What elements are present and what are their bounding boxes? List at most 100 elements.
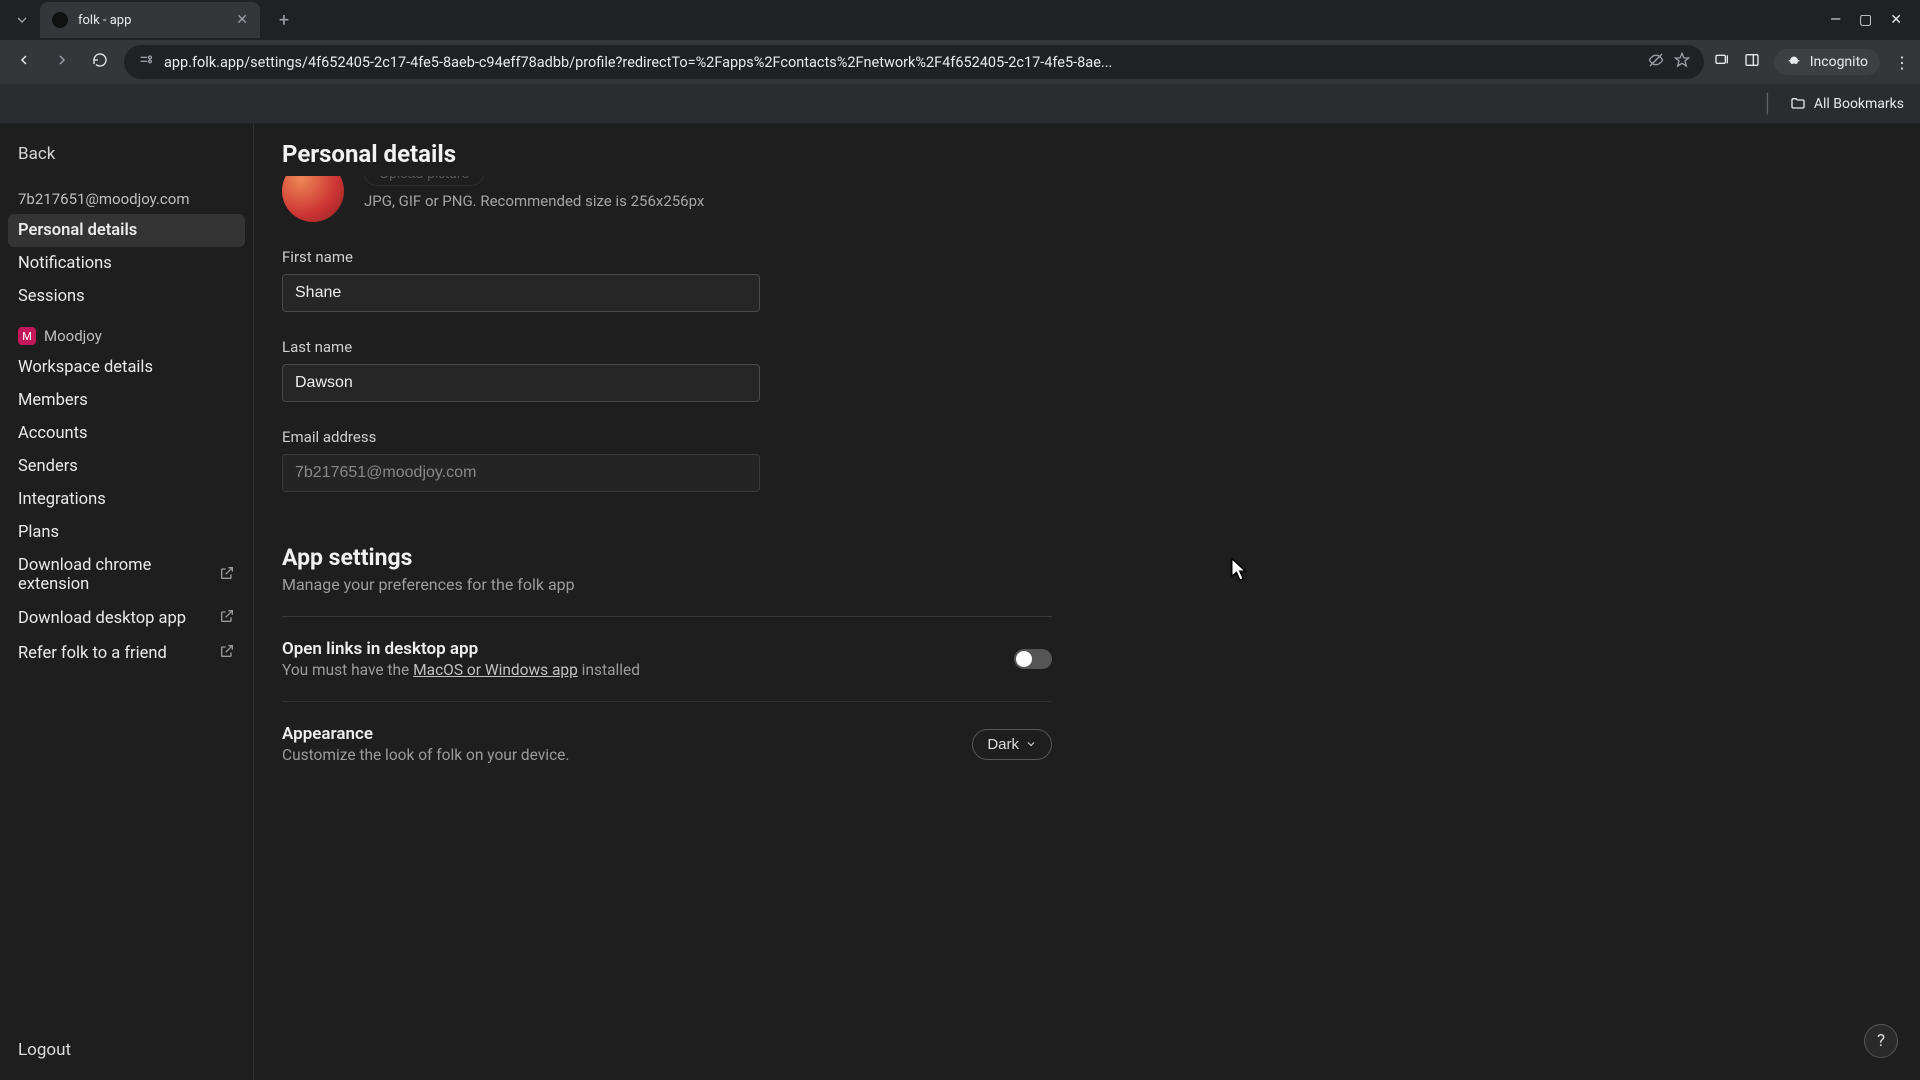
sidebar-item-label: Download desktop app: [18, 609, 186, 628]
help-icon: ?: [1877, 1031, 1885, 1051]
tab-favicon: [52, 12, 68, 28]
settings-sidebar: Back 7b217651@moodjoy.com Personal detai…: [0, 124, 254, 1080]
avatar-row: Upload picture JPG, GIF or PNG. Recommen…: [282, 180, 1892, 222]
nav-forward-button[interactable]: [48, 52, 76, 73]
upload-hint: JPG, GIF or PNG. Recommended size is 256…: [364, 192, 704, 210]
page-title: Personal details: [282, 140, 1892, 168]
sidebar-item-label: Senders: [18, 457, 78, 476]
first-name-group: First name: [282, 248, 760, 312]
logout-button[interactable]: Logout: [8, 1030, 245, 1070]
first-name-input[interactable]: [282, 274, 760, 312]
sidebar-item-label: Members: [18, 391, 88, 410]
nav-reload-button[interactable]: [86, 52, 114, 73]
scroll-area[interactable]: Upload picture JPG, GIF or PNG. Recommen…: [254, 176, 1920, 1080]
sidebar-item-label: Download chrome extension: [18, 556, 211, 594]
email-input: [282, 454, 760, 492]
new-tab-button[interactable]: +: [270, 10, 298, 31]
app-settings-title: App settings: [282, 544, 1052, 571]
upload-picture-button[interactable]: Upload picture: [364, 176, 484, 186]
tab-close-button[interactable]: ✕: [236, 12, 248, 28]
sidebar-item-label: Personal details: [18, 221, 137, 240]
open-links-toggle[interactable]: [1014, 649, 1052, 669]
workspace-name: Moodjoy: [44, 327, 102, 345]
sidebar-workspace-header: M Moodjoy: [8, 313, 245, 351]
site-info-icon[interactable]: [138, 52, 154, 72]
url-text: app.folk.app/settings/4f652405-2c17-4fe5…: [164, 54, 1638, 71]
sidebar-item-plans[interactable]: Plans: [8, 516, 245, 549]
sidebar-item-download-chrome-extension[interactable]: Download chrome extension: [8, 549, 245, 601]
sidebar-item-integrations[interactable]: Integrations: [8, 483, 245, 516]
window-maximize-button[interactable]: ▢: [1859, 12, 1872, 28]
open-links-desc: You must have the MacOS or Windows app i…: [282, 661, 640, 679]
address-bar[interactable]: app.folk.app/settings/4f652405-2c17-4fe5…: [124, 45, 1704, 79]
appearance-title: Appearance: [282, 724, 569, 744]
main-content: Personal details Upload picture JPG, GIF…: [254, 124, 1920, 1080]
appearance-value: Dark: [987, 736, 1019, 753]
last-name-input[interactable]: [282, 364, 760, 402]
sidebar-item-label: Notifications: [18, 254, 112, 273]
sidebar-item-personal-details[interactable]: Personal details: [8, 214, 245, 247]
eye-off-icon[interactable]: [1648, 52, 1664, 72]
tabs-dropdown-button[interactable]: [8, 6, 36, 34]
external-link-icon: [219, 643, 235, 664]
app-root: Back 7b217651@moodjoy.com Personal detai…: [0, 124, 1920, 1080]
help-button[interactable]: ?: [1864, 1024, 1898, 1058]
nav-back-button[interactable]: [10, 52, 38, 73]
appearance-desc: Customize the look of folk on your devic…: [282, 746, 569, 764]
page-header: Personal details: [254, 124, 1920, 176]
sidebar-item-label: Plans: [18, 523, 59, 542]
all-bookmarks-label: All Bookmarks: [1814, 96, 1904, 112]
first-name-label: First name: [282, 248, 760, 266]
profile-avatar[interactable]: [282, 176, 344, 222]
all-bookmarks-button[interactable]: All Bookmarks: [1790, 96, 1904, 112]
toolbar-right: Incognito ⋮: [1714, 49, 1910, 75]
email-group: Email address: [282, 428, 760, 492]
media-control-icon[interactable]: [1714, 52, 1730, 72]
sidebar-item-download-desktop-app[interactable]: Download desktop app: [8, 601, 245, 636]
external-link-icon: [219, 565, 235, 586]
sidebar-account-email: 7b217651@moodjoy.com: [8, 182, 245, 214]
sidebar-item-accounts[interactable]: Accounts: [8, 417, 245, 450]
window-minimize-button[interactable]: ―: [1830, 12, 1841, 28]
sidebar-item-senders[interactable]: Senders: [8, 450, 245, 483]
sidebar-item-notifications[interactable]: Notifications: [8, 247, 245, 280]
sidebar-item-label: Sessions: [18, 287, 85, 306]
browser-tab[interactable]: folk - app ✕: [40, 2, 260, 38]
email-label: Email address: [282, 428, 760, 446]
incognito-label: Incognito: [1810, 54, 1868, 70]
app-settings-subtitle: Manage your preferences for the folk app: [282, 575, 1052, 594]
last-name-group: Last name: [282, 338, 760, 402]
sidebar-item-label: Integrations: [18, 490, 106, 509]
sidebar-item-workspace-details[interactable]: Workspace details: [8, 351, 245, 384]
external-link-icon: [219, 608, 235, 629]
app-settings-section: App settings Manage your preferences for…: [282, 544, 1052, 786]
browser-menu-button[interactable]: ⋮: [1894, 53, 1910, 72]
bookmarks-divider: │: [1763, 93, 1774, 114]
back-link[interactable]: Back: [8, 138, 245, 182]
sidebar-item-label: Accounts: [18, 424, 88, 443]
side-panel-icon[interactable]: [1744, 52, 1760, 72]
sidebar-item-refer-friend[interactable]: Refer folk to a friend: [8, 636, 245, 671]
desktop-app-link[interactable]: MacOS or Windows app: [413, 661, 578, 679]
tab-strip: folk - app ✕ + ― ▢ ✕: [0, 0, 1920, 40]
toggle-knob: [1016, 651, 1032, 667]
chevron-down-icon: [1025, 738, 1037, 750]
sidebar-item-label: Refer folk to a friend: [18, 644, 167, 663]
tab-title: folk - app: [78, 13, 226, 28]
sidebar-item-label: Workspace details: [18, 358, 153, 377]
bookmark-star-icon[interactable]: [1674, 52, 1690, 72]
sidebar-item-members[interactable]: Members: [8, 384, 245, 417]
open-links-title: Open links in desktop app: [282, 639, 640, 659]
setting-open-links: Open links in desktop app You must have …: [282, 617, 1052, 702]
window-controls: ― ▢ ✕: [1830, 12, 1912, 28]
workspace-badge: M: [18, 327, 36, 345]
incognito-badge[interactable]: Incognito: [1774, 49, 1880, 75]
browser-toolbar: app.folk.app/settings/4f652405-2c17-4fe5…: [0, 40, 1920, 84]
last-name-label: Last name: [282, 338, 760, 356]
bookmarks-bar: │ All Bookmarks: [0, 84, 1920, 124]
browser-chrome: folk - app ✕ + ― ▢ ✕ app.folk.app/settin…: [0, 0, 1920, 124]
appearance-select[interactable]: Dark: [972, 729, 1052, 760]
setting-appearance: Appearance Customize the look of folk on…: [282, 702, 1052, 786]
window-close-button[interactable]: ✕: [1890, 12, 1902, 28]
sidebar-item-sessions[interactable]: Sessions: [8, 280, 245, 313]
